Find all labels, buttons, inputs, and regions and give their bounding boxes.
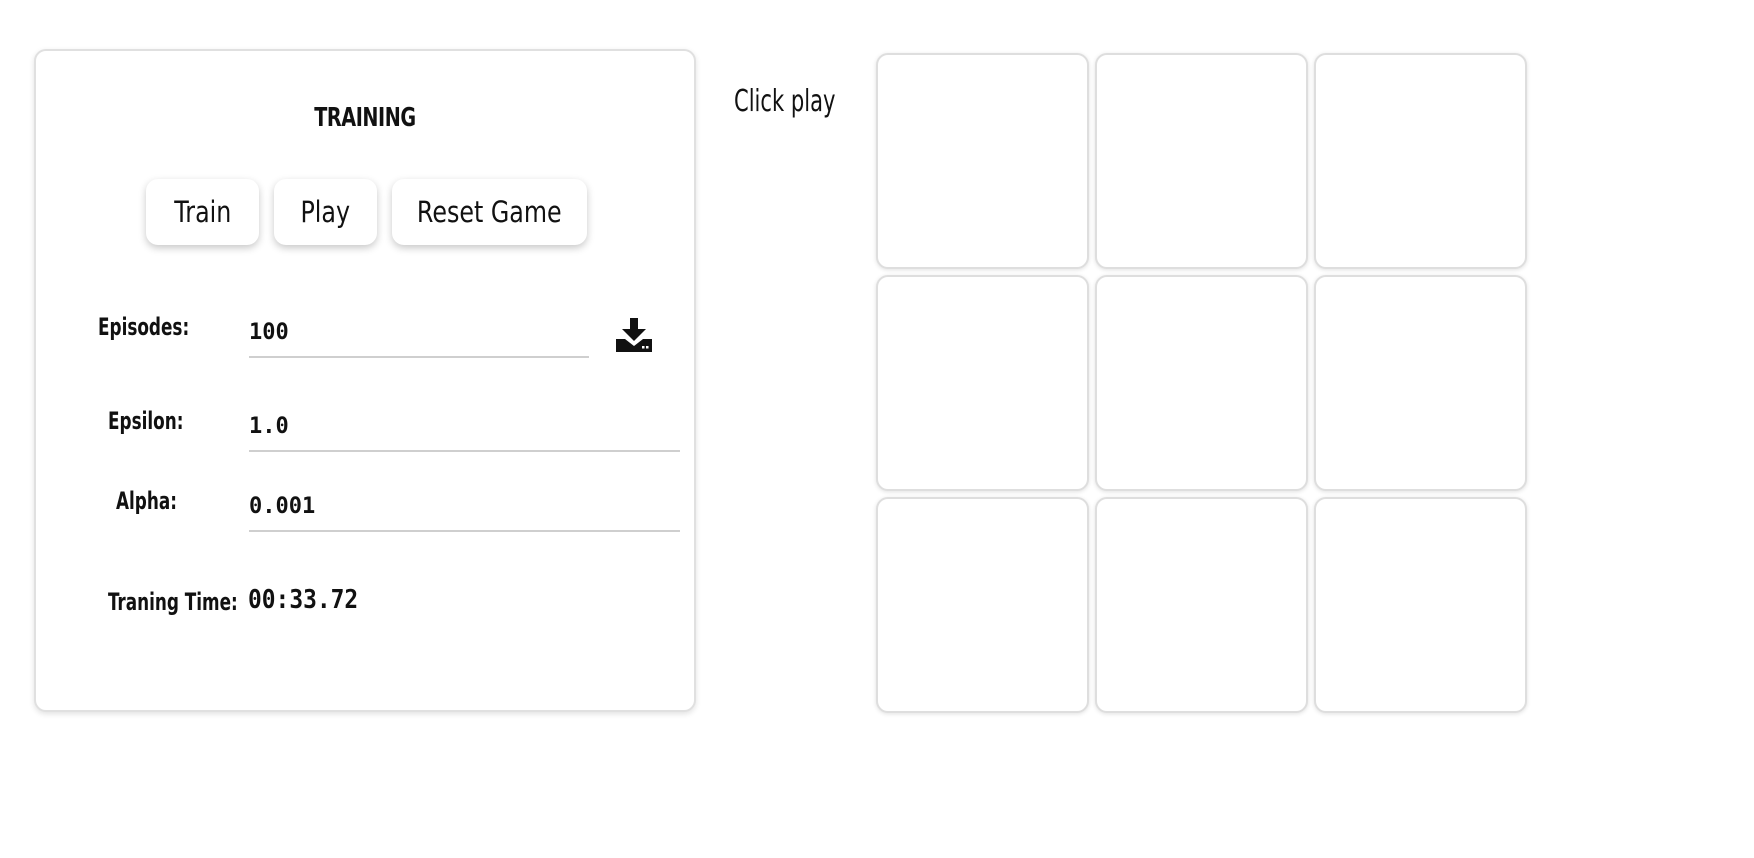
reset-game-button[interactable]: Reset Game [392, 179, 587, 245]
alpha-field-wrap [249, 484, 680, 532]
board-cell-4[interactable] [876, 275, 1089, 491]
board-cell-1[interactable] [876, 53, 1089, 269]
board-cell-8[interactable] [1095, 497, 1308, 713]
episodes-field-wrap [249, 310, 589, 358]
download-icon[interactable] [616, 318, 652, 352]
play-button[interactable]: Play [274, 179, 377, 245]
epsilon-label: Epsilon: [108, 407, 184, 435]
game-status: Click play [734, 84, 836, 119]
board-cell-3[interactable] [1314, 53, 1527, 269]
training-title: TRAINING [314, 103, 416, 133]
episodes-input[interactable] [249, 310, 589, 354]
board-cell-7[interactable] [876, 497, 1089, 713]
reset-game-button-label: Reset Game [417, 195, 562, 229]
alpha-label: Alpha: [116, 487, 177, 515]
train-button[interactable]: Train [146, 179, 259, 245]
epsilon-input[interactable] [249, 404, 680, 448]
board-cell-9[interactable] [1314, 497, 1527, 713]
board-cell-5[interactable] [1095, 275, 1308, 491]
episodes-label: Episodes: [98, 313, 190, 341]
training-time-value: 00:33.72 [248, 585, 359, 615]
training-time-label: Traning Time: [108, 588, 238, 616]
alpha-input[interactable] [249, 484, 680, 528]
training-panel: TRAINING Train Play Reset Game Episodes:… [34, 49, 696, 712]
board-cell-6[interactable] [1314, 275, 1527, 491]
board-cell-2[interactable] [1095, 53, 1308, 269]
train-button-label: Train [173, 195, 232, 229]
play-button-label: Play [300, 195, 351, 229]
game-board [876, 53, 1530, 715]
epsilon-field-wrap [249, 404, 680, 452]
